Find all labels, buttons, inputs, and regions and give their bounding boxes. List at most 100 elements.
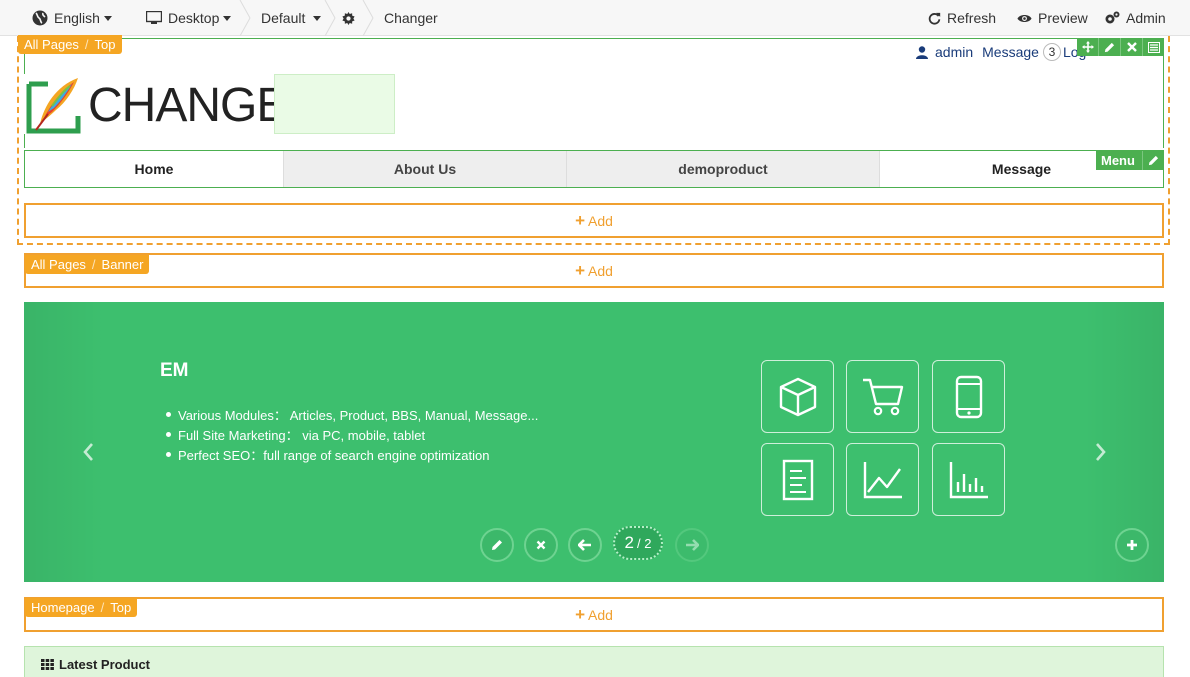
desktop-icon (146, 11, 162, 24)
main-menu: Home About Us demoproduct Message (24, 150, 1164, 188)
total-slides: / 2 (637, 535, 652, 551)
bar-chart-icon (932, 443, 1005, 516)
add-label: Add (588, 606, 613, 623)
add-slide-button[interactable] (1115, 528, 1149, 562)
delete-button[interactable] (1121, 38, 1143, 56)
list-button[interactable] (1143, 38, 1164, 56)
top-section-tag[interactable]: All Pages / Top (18, 35, 122, 54)
banner-carousel: EM Various Modules： Articles, Product, B… (24, 302, 1164, 582)
tag-position: Top (110, 600, 132, 615)
add-module-button-top[interactable]: + Add (24, 203, 1164, 238)
current-slide: 2 (624, 533, 634, 552)
list-icon (1147, 41, 1160, 53)
chevron-left-icon[interactable] (82, 442, 94, 462)
language-dropdown[interactable]: English (32, 0, 112, 36)
latest-product-panel: Latest Product (24, 646, 1164, 677)
menu-tag-label: Menu (1101, 153, 1135, 168)
device-dropdown[interactable]: Desktop (146, 0, 232, 36)
chevron-down-icon (313, 15, 322, 21)
slide-pager: 2/ 2 (613, 526, 663, 560)
current-page-label: Changer (384, 0, 438, 36)
grid-icon (41, 659, 54, 670)
add-module-button-banner[interactable]: + Add (24, 253, 1164, 288)
banner-bullet: Full Site Marketing： via PC, mobile, tab… (166, 424, 538, 444)
preview-button[interactable]: Preview (1017, 0, 1088, 36)
settings-button[interactable] (342, 0, 361, 36)
line-chart-icon (846, 443, 919, 516)
device-label: Desktop (168, 10, 220, 26)
delete-slide-button[interactable] (524, 528, 558, 562)
site-logo[interactable]: CHANGER (24, 74, 322, 134)
add-module-button-homepage[interactable]: + Add (24, 597, 1164, 632)
move-button[interactable] (1077, 38, 1099, 56)
chevron-down-icon (103, 15, 112, 21)
document-icon (761, 443, 834, 516)
theme-label: Default (261, 10, 306, 26)
arrow-right-icon (686, 539, 699, 551)
message-count-badge: 3 (1042, 43, 1061, 61)
breadcrumb-separator (239, 0, 251, 36)
tag-separator: / (100, 600, 105, 615)
refresh-label: Refresh (947, 10, 997, 26)
pencil-icon (492, 540, 502, 550)
menu-module-tag[interactable]: Menu (1096, 151, 1164, 170)
tag-position: Top (94, 37, 116, 52)
move-icon (1081, 41, 1094, 53)
logo-area-placeholder (274, 74, 395, 134)
cart-icon (846, 360, 919, 433)
top-toolbar: English Desktop Default Changer Refresh … (0, 0, 1190, 36)
tag-separator: / (84, 37, 89, 52)
user-icon (916, 45, 928, 59)
previous-slide-button[interactable] (568, 528, 602, 562)
close-icon (1126, 42, 1137, 52)
user-bar: admin Message 3 Log (916, 43, 1086, 61)
tag-scope: Homepage (31, 600, 95, 615)
eye-icon (1017, 14, 1032, 22)
admin-button[interactable]: Admin (1104, 0, 1166, 36)
chevron-down-icon (223, 15, 232, 21)
arrow-left-icon (578, 539, 591, 551)
language-label: English (54, 10, 100, 26)
menu-item-about-us[interactable]: About Us (284, 151, 567, 187)
message-link[interactable]: Message (982, 44, 1039, 60)
edit-slide-button[interactable] (480, 528, 514, 562)
banner-bullet: Perfect SEO：full range of search engine … (166, 444, 538, 464)
pencil-icon (1104, 42, 1115, 52)
tag-scope: All Pages (31, 257, 86, 272)
banner-section-tag[interactable]: All Pages / Banner (25, 255, 150, 274)
feather-logo-icon (26, 78, 81, 134)
gears-icon (1105, 11, 1120, 24)
chevron-right-icon[interactable] (1095, 442, 1107, 462)
plus-icon: + (575, 604, 585, 624)
module-toolbar (1077, 38, 1164, 56)
add-label: Add (588, 212, 613, 229)
globe-icon (32, 10, 48, 26)
mobile-icon (932, 360, 1005, 433)
gear-icon (342, 11, 355, 25)
breadcrumb-separator (324, 0, 336, 36)
admin-label: Admin (1126, 10, 1166, 26)
tag-position: Banner (101, 257, 144, 272)
banner-bullet: Various Modules： Articles, Product, BBS,… (166, 404, 538, 424)
pencil-icon[interactable] (1142, 151, 1164, 170)
plus-icon: + (575, 260, 585, 280)
menu-item-home[interactable]: Home (25, 151, 284, 187)
latest-product-heading: Latest Product (41, 657, 150, 672)
plus-icon: + (575, 210, 585, 230)
homepage-section-tag[interactable]: Homepage / Top (25, 598, 138, 617)
username-link[interactable]: admin (935, 44, 973, 60)
next-slide-button[interactable] (675, 528, 709, 562)
tag-separator: / (91, 257, 96, 272)
theme-dropdown[interactable]: Default (261, 0, 322, 36)
add-label: Add (588, 262, 613, 279)
refresh-button[interactable]: Refresh (928, 0, 996, 36)
preview-label: Preview (1038, 10, 1088, 26)
breadcrumb-separator (362, 0, 374, 36)
edit-button[interactable] (1099, 38, 1121, 56)
banner-title: EM (160, 360, 189, 381)
plus-icon (1127, 540, 1137, 550)
page-name: Changer (384, 10, 438, 26)
menu-item-demoproduct[interactable]: demoproduct (567, 151, 880, 187)
tag-scope: All Pages (24, 37, 79, 52)
banner-feature-list: Various Modules： Articles, Product, BBS,… (166, 404, 538, 464)
